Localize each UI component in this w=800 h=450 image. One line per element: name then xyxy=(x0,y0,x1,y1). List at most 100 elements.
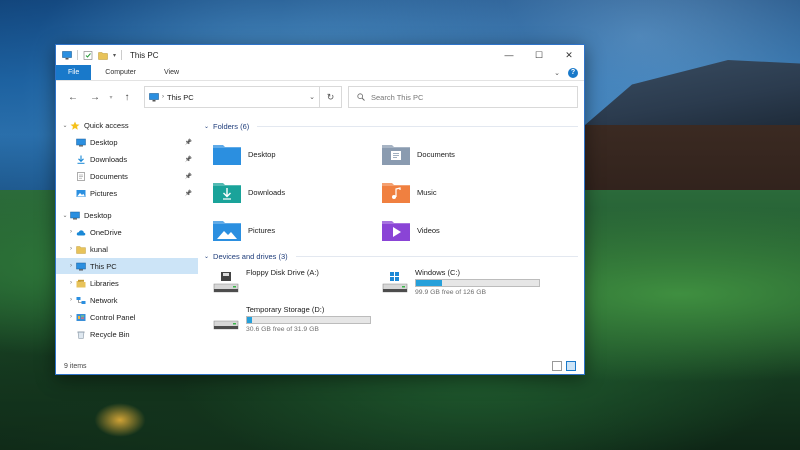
drive-usage-bar xyxy=(246,316,371,324)
sidebar-item-label: Quick access xyxy=(84,120,129,130)
up-arrow-icon[interactable]: ↑ xyxy=(116,86,138,108)
videos-folder-icon xyxy=(382,221,410,241)
minimize-button[interactable]: — xyxy=(494,45,524,65)
drive-free-space: 99.9 GB free of 126 GB xyxy=(415,289,487,296)
customize-toolbar-chevron-icon[interactable]: ▾ xyxy=(113,52,116,59)
maximize-button[interactable]: ☐ xyxy=(524,45,554,65)
expanded-chevron-icon[interactable]: ⌄ xyxy=(60,212,70,219)
sidebar-item-label: Libraries xyxy=(90,278,119,288)
pin-icon[interactable]: 📌 xyxy=(185,139,192,146)
forward-arrow-icon[interactable]: → xyxy=(84,86,106,108)
drive-info: Windows (C:) 99.9 GB free of 126 GB xyxy=(415,268,540,296)
search-input[interactable]: Search This PC xyxy=(348,86,578,108)
view-buttons xyxy=(552,361,576,371)
large-icons-view-icon[interactable] xyxy=(566,361,576,371)
collapsed-chevron-icon[interactable]: › xyxy=(66,297,76,303)
sidebar-item-pictures[interactable]: Pictures 📌 xyxy=(56,185,198,201)
properties-icon[interactable] xyxy=(83,50,93,60)
collapsed-chevron-icon[interactable]: › xyxy=(66,263,76,269)
toolbar-separator xyxy=(77,50,78,60)
collapsed-chevron-icon[interactable]: › xyxy=(66,246,76,252)
drive-tile[interactable]: Floppy Disk Drive (A:) xyxy=(212,268,387,302)
sidebar-item-libraries[interactable]: › Libraries xyxy=(56,275,198,291)
cloud-icon xyxy=(76,229,86,235)
collapse-chevron-icon[interactable]: ⌄ xyxy=(204,253,209,260)
sidebar-item-downloads[interactable]: Downloads 📌 xyxy=(56,151,198,167)
breadcrumb-separator-icon[interactable]: › xyxy=(162,94,164,100)
back-arrow-icon[interactable]: ← xyxy=(62,86,84,108)
close-button[interactable]: ✕ xyxy=(554,45,584,65)
navigation-pane: ⌄ Quick access Desktop 📌 Downloads 📌 Documents… xyxy=(56,117,198,353)
sidebar-item-desktop[interactable]: ⌄ Desktop xyxy=(56,207,198,223)
toolbar-separator xyxy=(121,50,123,60)
libraries-icon xyxy=(76,279,86,287)
drive-tile[interactable]: Windows (C:) 99.9 GB free of 126 GB xyxy=(381,268,556,302)
address-bar[interactable]: › This PC ⌄ xyxy=(144,86,320,108)
sidebar-item-this-pc[interactable]: › This PC xyxy=(56,258,198,274)
sidebar-item-quick-access[interactable]: ⌄ Quick access xyxy=(56,117,198,133)
folder-tile-documents[interactable]: Documents xyxy=(381,139,546,169)
window-title: This PC xyxy=(130,50,159,60)
pictures-folder-icon xyxy=(213,221,241,241)
sidebar-item-label: Pictures xyxy=(90,188,118,198)
pin-icon[interactable]: 📌 xyxy=(185,156,192,163)
collapsed-chevron-icon[interactable]: › xyxy=(66,314,76,320)
sidebar-item-label: Downloads xyxy=(90,154,128,164)
computer-icon xyxy=(149,92,159,101)
expand-ribbon-chevron-icon[interactable]: ⌄ xyxy=(554,69,560,77)
sidebar-item-label: Control Panel xyxy=(90,312,136,322)
pin-icon[interactable]: 📌 xyxy=(185,190,192,197)
folder-tile-desktop[interactable]: Desktop xyxy=(212,139,377,169)
drive-tile[interactable]: Temporary Storage (D:) 30.6 GB free of 31… xyxy=(212,305,387,339)
desktop-folder-icon xyxy=(213,145,241,165)
computer-icon[interactable] xyxy=(62,50,72,60)
downloads-folder-icon xyxy=(213,183,241,203)
new-folder-icon[interactable] xyxy=(98,51,108,60)
help-icon[interactable]: ? xyxy=(568,67,578,78)
tab-computer[interactable]: Computer xyxy=(91,65,150,80)
sidebar-item-network[interactable]: › Network xyxy=(56,292,198,308)
folder-tile-pictures[interactable]: Pictures xyxy=(212,215,377,245)
drives-header-label: Devices and drives (3) xyxy=(213,251,288,261)
recycle-bin-icon xyxy=(77,331,85,339)
sidebar-item-desktop[interactable]: Desktop 📌 xyxy=(56,134,198,150)
folder-label: Documents xyxy=(417,149,455,159)
address-text[interactable]: This PC xyxy=(167,93,194,102)
drive-label: Windows (C:) xyxy=(415,268,461,277)
tab-file[interactable]: File xyxy=(56,65,92,80)
pin-icon[interactable]: 📌 xyxy=(185,173,192,180)
details-view-icon[interactable] xyxy=(552,361,562,371)
folders-group-header[interactable]: ⌄ Folders (6) xyxy=(204,120,578,132)
status-bar: 9 items xyxy=(56,358,584,374)
drive-label: Temporary Storage (D:) xyxy=(246,305,325,314)
drives-group-header[interactable]: ⌄ Devices and drives (3) xyxy=(204,250,578,262)
address-history-chevron-icon[interactable]: ⌄ xyxy=(309,93,315,101)
folder-tile-videos[interactable]: Videos xyxy=(381,215,546,245)
folder-label: Videos xyxy=(417,225,440,235)
content-pane: ⌄ Folders (6) Desktop Documents Downloads M… xyxy=(198,117,584,353)
refresh-icon[interactable]: ↻ xyxy=(320,86,342,108)
collapsed-chevron-icon[interactable]: › xyxy=(66,229,76,235)
sidebar-item-kunal[interactable]: › kunal xyxy=(56,241,198,257)
expanded-chevron-icon[interactable]: ⌄ xyxy=(60,122,70,129)
folder-tile-downloads[interactable]: Downloads xyxy=(212,177,377,207)
drive-usage-bar xyxy=(415,279,540,287)
sidebar-item-control-panel[interactable]: › Control Panel xyxy=(56,309,198,325)
divider xyxy=(295,255,578,257)
recent-locations-chevron-icon[interactable]: ▾ xyxy=(106,86,116,108)
collapse-chevron-icon[interactable]: ⌄ xyxy=(204,123,209,130)
quick-access-toolbar: ▾ xyxy=(56,50,123,60)
drive-usage-fill xyxy=(247,317,252,323)
sidebar-item-label: OneDrive xyxy=(90,227,122,237)
title-bar[interactable]: ▾ This PC — ☐ ✕ xyxy=(56,45,584,65)
pictures-icon xyxy=(76,189,86,197)
folder-tile-music[interactable]: Music xyxy=(381,177,546,207)
sidebar-item-documents[interactable]: Documents 📌 xyxy=(56,168,198,184)
drive-info: Temporary Storage (D:) 30.6 GB free of 31… xyxy=(246,305,371,333)
sidebar-item-recycle-bin[interactable]: Recycle Bin xyxy=(56,326,198,342)
sidebar-item-onedrive[interactable]: › OneDrive xyxy=(56,224,198,240)
collapsed-chevron-icon[interactable]: › xyxy=(66,280,76,286)
tab-view[interactable]: View xyxy=(150,65,193,80)
downloads-icon xyxy=(77,155,85,164)
control-panel-icon xyxy=(76,313,86,321)
